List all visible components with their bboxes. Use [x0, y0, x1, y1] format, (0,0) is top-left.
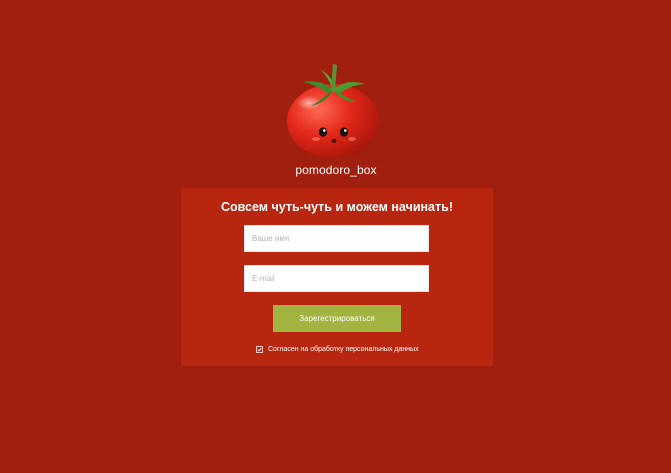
- consent-row[interactable]: Согласен на обработку персональных данны…: [256, 344, 419, 354]
- check-icon: [257, 347, 262, 352]
- email-input[interactable]: [244, 265, 429, 292]
- consent-checkbox[interactable]: [256, 345, 263, 353]
- register-button[interactable]: Зарегестрироваться: [273, 305, 401, 332]
- form-title: Совсем чуть-чуть и можем начинать!: [221, 200, 453, 214]
- tomato-logo-icon: [281, 60, 385, 160]
- brand-name: pomodoro_box: [295, 163, 377, 177]
- consent-label: Согласен на обработку персональных данны…: [268, 345, 419, 353]
- name-input[interactable]: [244, 225, 429, 252]
- registration-card: Совсем чуть-чуть и можем начинать! Зарег…: [181, 188, 493, 366]
